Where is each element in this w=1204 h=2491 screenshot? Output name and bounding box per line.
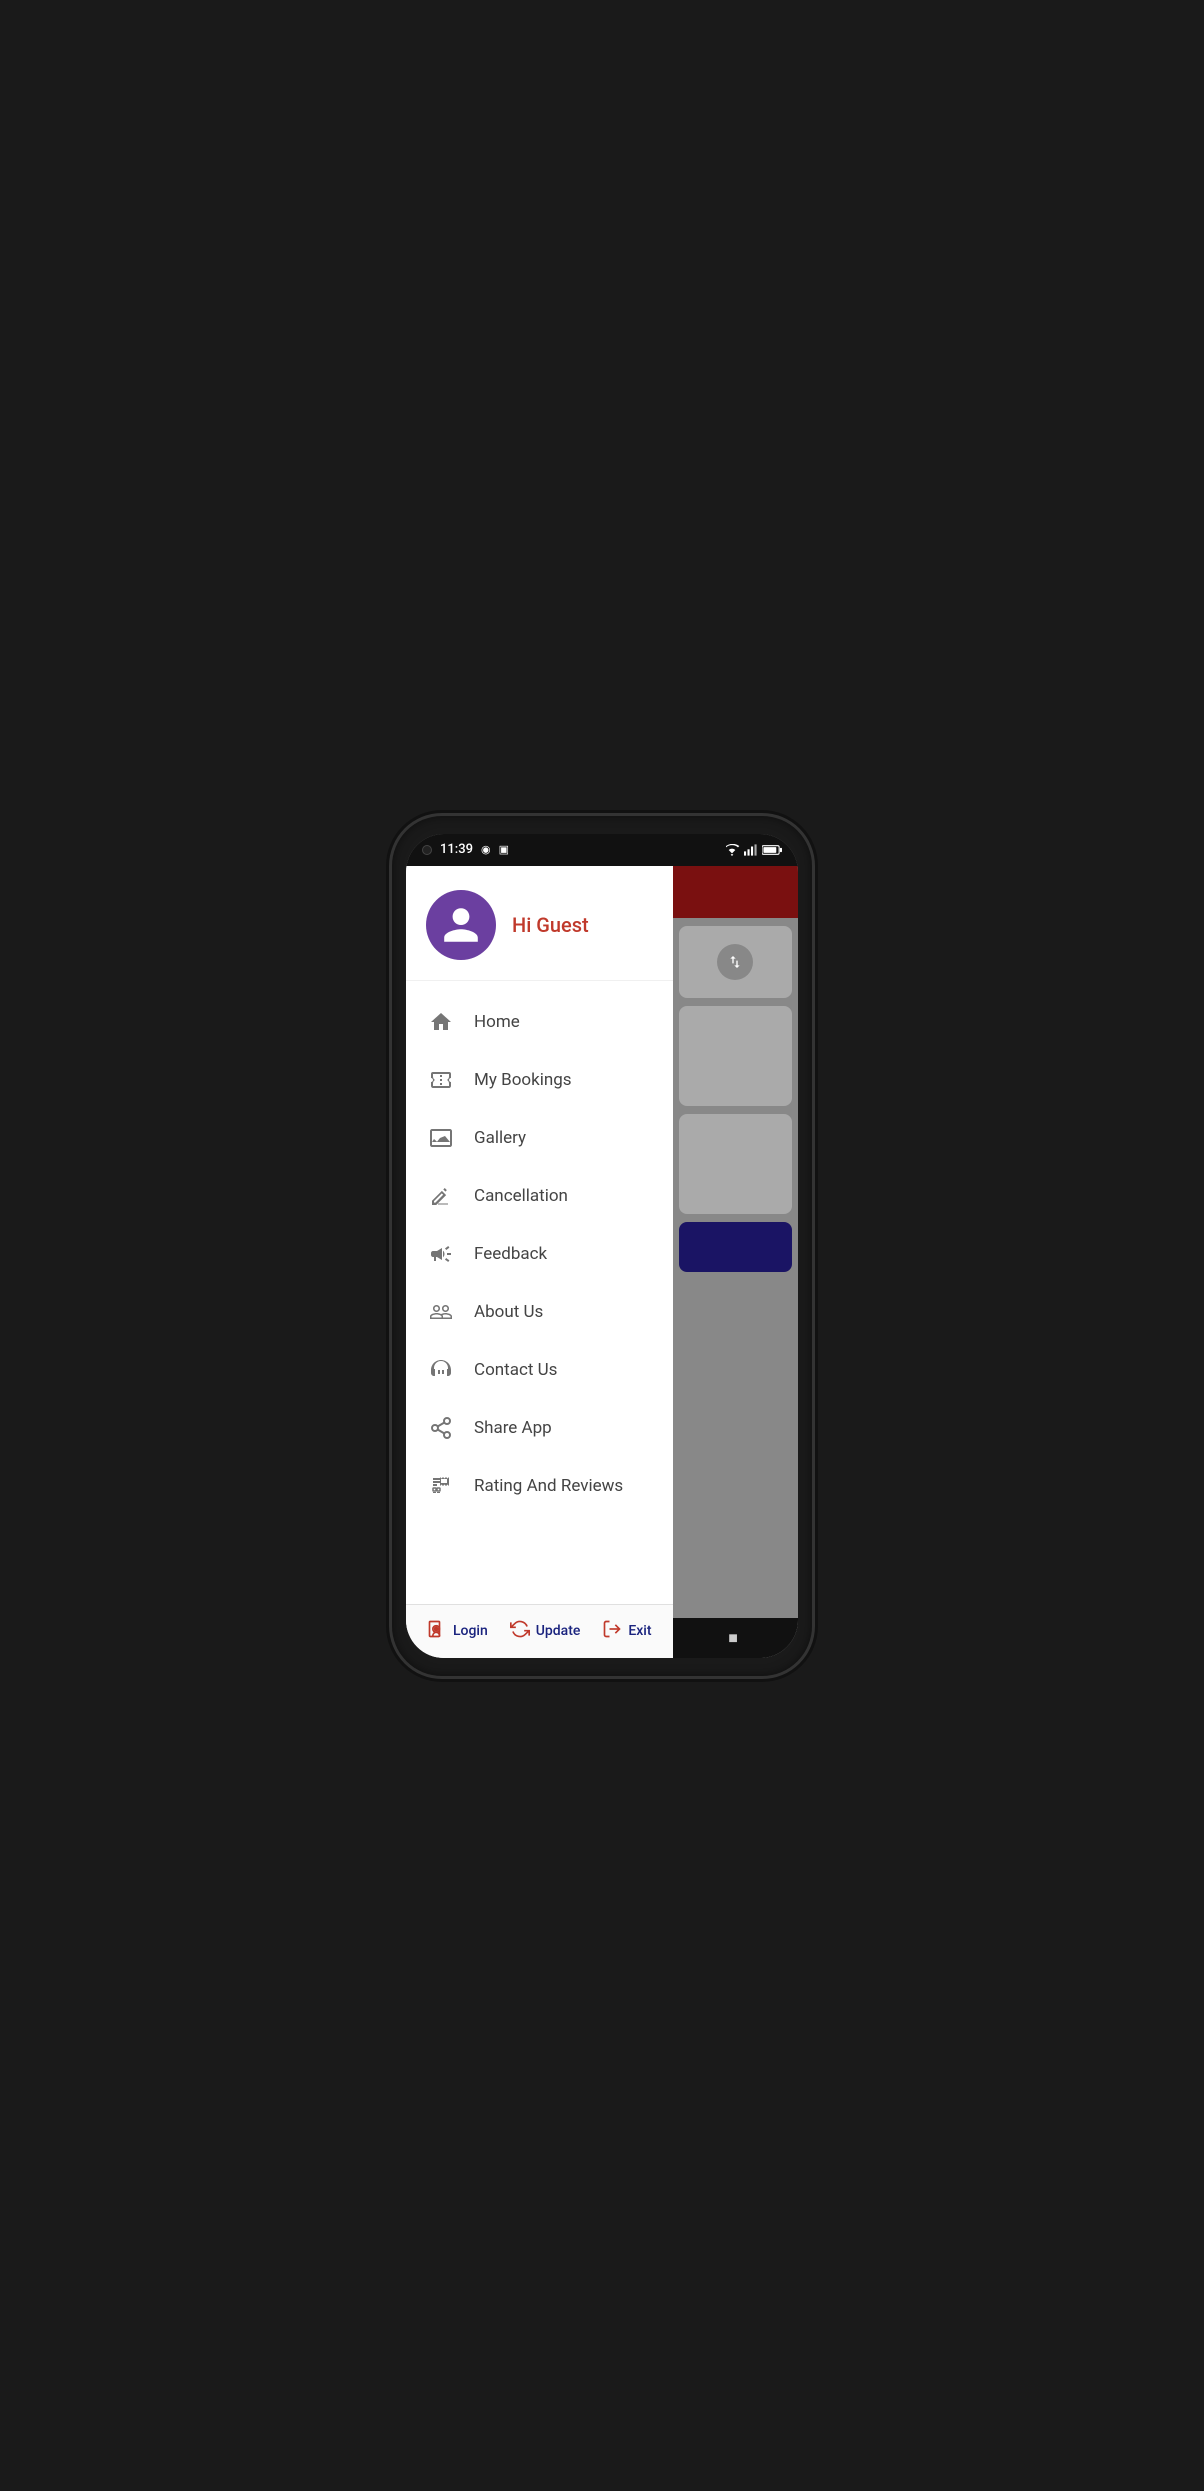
main-card-2	[679, 1006, 792, 1106]
sidebar-item-gallery[interactable]: Gallery	[406, 1109, 673, 1167]
sidebar-item-label-cancellation: Cancellation	[474, 1186, 568, 1206]
exit-icon	[602, 1619, 622, 1644]
ticket-icon	[426, 1065, 456, 1095]
drawer-footer: Login Update	[406, 1604, 673, 1658]
camera-icon	[422, 845, 432, 855]
drawer-header: Hi Guest	[406, 866, 673, 981]
login-icon	[427, 1619, 447, 1644]
screen-content: Hi Guest Home	[406, 866, 798, 1658]
signal-icon	[744, 844, 758, 856]
login-label: Login	[453, 1623, 488, 1639]
nav-list: Home My Bookings	[406, 989, 673, 1604]
battery-icon	[762, 844, 782, 856]
sidebar-item-label-bookings: My Bookings	[474, 1070, 572, 1090]
sidebar-item-label-feedback: Feedback	[474, 1244, 547, 1264]
recents-button[interactable]: ■	[728, 1628, 738, 1648]
sidebar-item-label-contact: Contact Us	[474, 1360, 557, 1380]
sidebar-item-label-home: Home	[474, 1012, 520, 1032]
cancellation-icon	[426, 1181, 456, 1211]
wifi-icon	[724, 844, 740, 856]
greeting-text: Hi Guest	[512, 913, 589, 937]
megaphone-icon	[426, 1239, 456, 1269]
update-label: Update	[536, 1623, 581, 1639]
sidebar-item-my-bookings[interactable]: My Bookings	[406, 1051, 673, 1109]
avatar	[426, 890, 496, 960]
login-button[interactable]: Login	[427, 1619, 488, 1644]
about-us-icon	[426, 1297, 456, 1327]
sidebar-item-share-app[interactable]: Share App	[406, 1399, 673, 1457]
phone-frame: 11:39 ◉ ▣	[392, 816, 812, 1676]
navigation-drawer: Hi Guest Home	[406, 866, 673, 1658]
sort-button	[717, 944, 753, 980]
sidebar-item-contact-us[interactable]: Contact Us	[406, 1341, 673, 1399]
sidebar-item-rating-reviews[interactable]: Rating And Reviews	[406, 1457, 673, 1515]
main-card-3	[679, 1114, 792, 1214]
gallery-icon	[426, 1123, 456, 1153]
main-blue-button	[679, 1222, 792, 1272]
headset-icon	[426, 1355, 456, 1385]
share-icon	[426, 1413, 456, 1443]
rating-icon	[426, 1471, 456, 1501]
sidebar-item-label-gallery: Gallery	[474, 1128, 526, 1148]
exit-label: Exit	[628, 1623, 651, 1639]
home-icon	[426, 1007, 456, 1037]
exit-button[interactable]: Exit	[602, 1619, 651, 1644]
sidebar-item-cancellation[interactable]: Cancellation	[406, 1167, 673, 1225]
update-button[interactable]: Update	[510, 1619, 581, 1644]
main-card-1	[679, 926, 792, 998]
status-right	[724, 844, 782, 856]
phone-screen: 11:39 ◉ ▣	[406, 834, 798, 1658]
sidebar-item-feedback[interactable]: Feedback	[406, 1225, 673, 1283]
sidebar-item-home[interactable]: Home	[406, 993, 673, 1051]
update-icon	[510, 1619, 530, 1644]
avatar-icon	[440, 904, 482, 946]
time-display: 11:39	[440, 842, 473, 857]
sidebar-item-label-share: Share App	[474, 1418, 552, 1438]
sidebar-item-label-rating: Rating And Reviews	[474, 1476, 623, 1496]
main-top-bar	[673, 866, 798, 918]
sidebar-item-about-us[interactable]: About Us	[406, 1283, 673, 1341]
main-background	[673, 866, 798, 1658]
sidebar-item-label-about: About Us	[474, 1302, 543, 1322]
sim-icon: ▣	[499, 843, 509, 856]
status-bar: 11:39 ◉ ▣	[406, 834, 798, 866]
status-left: 11:39 ◉ ▣	[422, 842, 509, 857]
notification-icon: ◉	[481, 843, 491, 856]
